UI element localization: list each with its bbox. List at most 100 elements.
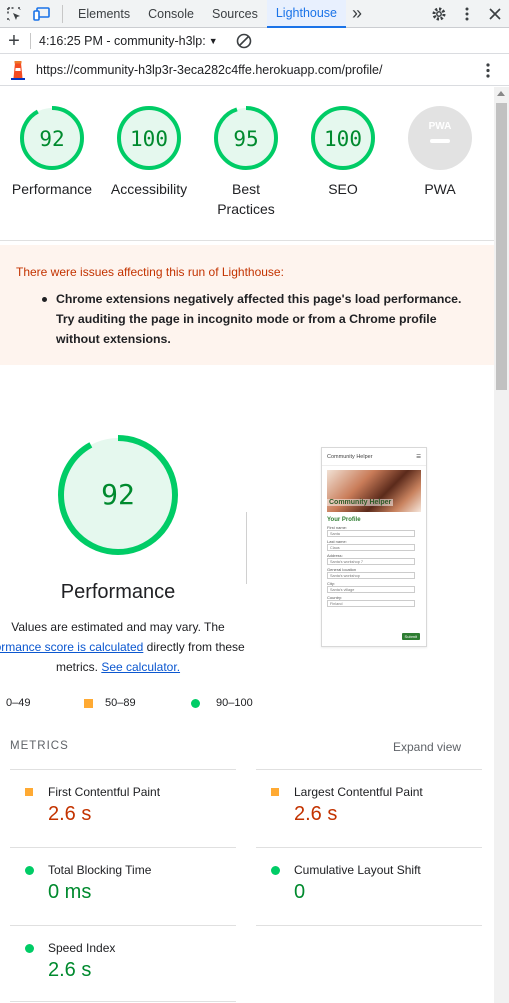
toolbar-divider [30, 32, 31, 49]
metric-divider [10, 1001, 236, 1002]
average-square-icon [84, 698, 93, 708]
final-screenshot-thumbnail[interactable]: Community Helper ☰ Community Helper Your … [321, 447, 427, 647]
metric-divider [10, 925, 236, 926]
tab-sources[interactable]: Sources [203, 0, 267, 28]
warning-item: Chrome extensions negatively affected th… [42, 289, 481, 349]
pass-circle-icon [271, 866, 280, 875]
gauge-label: SEO [328, 181, 358, 197]
legend-pass-range: 90–100 [216, 697, 253, 709]
pass-circle-icon [191, 698, 200, 708]
performance-description: Values are estimated and may vary. The f… [0, 617, 246, 677]
see-calculator-link[interactable]: See calculator. [101, 660, 180, 674]
metric-value: 2.6 s [48, 803, 92, 825]
report-session-select[interactable]: 4:16:25 PM - community-h3lp: [39, 34, 206, 48]
field-input: Santa's workshop 7 [327, 558, 415, 565]
dropdown-caret-icon[interactable]: ▼ [209, 36, 218, 46]
warning-title: There were issues affecting this run of … [16, 265, 284, 279]
scroll-up-arrow-icon[interactable] [497, 91, 505, 96]
vertical-divider [246, 512, 247, 584]
section-divider [0, 240, 494, 241]
field-input: Claus [327, 544, 415, 551]
metric-name: Total Blocking Time [48, 863, 152, 877]
devtools-tab-bar: Elements Console Sources Lighthouse » [0, 0, 509, 28]
metric-divider [10, 847, 236, 848]
new-report-plus-icon[interactable]: + [0, 31, 28, 51]
clear-reports-icon[interactable] [236, 33, 252, 49]
screenshot-heading: Your Profile [327, 517, 361, 523]
lighthouse-toolbar: + 4:16:25 PM - community-h3lp: ▼ [0, 28, 509, 54]
metric-name: First Contentful Paint [48, 785, 161, 799]
field-input: Santa's workshop [327, 572, 415, 579]
metric-name: Speed Index [48, 941, 116, 955]
gauge-score: 95 [233, 127, 258, 151]
hamburger-icon: ☰ [416, 453, 421, 460]
field-input: Santa [327, 530, 415, 537]
gauge-label: Performance [11, 181, 93, 197]
screenshot-brand: Community Helper [327, 453, 373, 460]
pass-circle-icon [25, 944, 34, 953]
legend-average-range: 50–89 [105, 697, 136, 709]
metric-value: 2.6 s [294, 803, 338, 825]
metric-divider [256, 769, 482, 770]
gauge-label: Best Practices [217, 181, 275, 217]
legend-fail: 0–49 [0, 697, 30, 709]
screenshot-submit-button: Submit [401, 633, 420, 640]
pass-circle-icon [25, 866, 34, 875]
gauge-score: 92 [39, 127, 64, 151]
gauge-accessibility[interactable]: 100 Accessibility [99, 105, 199, 199]
screenshot-header: Community Helper ☰ [322, 448, 426, 466]
report-url: https://community-h3lp3r-3eca282c4ffe.he… [36, 63, 383, 77]
toolbar-divider [62, 4, 63, 23]
metric-name: Largest Contentful Paint [294, 785, 423, 799]
performance-gauge-large: 92 [56, 433, 180, 560]
metric-divider [256, 847, 482, 848]
screenshot-field: Address: Santa's workshop 7 [327, 553, 421, 565]
gauge-pwa[interactable]: PWA PWA [390, 105, 490, 199]
score-calculated-link[interactable]: formance score is calculated [0, 640, 143, 654]
scrollbar-thumb[interactable] [496, 103, 507, 390]
pwa-badge-icon: PWA [429, 121, 452, 132]
more-tabs-icon[interactable]: » [346, 0, 368, 28]
metric-name: Cumulative Layout Shift [294, 863, 421, 877]
report-menu-icon[interactable] [486, 63, 490, 81]
screenshot-field: City: Santa's village [327, 581, 421, 593]
desc-text: Values are estimated and may vary. The [11, 620, 225, 634]
legend-average: 50–89 [84, 697, 136, 709]
report-url-bar: https://community-h3lp3r-3eca282c4ffe.he… [0, 55, 509, 86]
expand-view-toggle[interactable]: Expand view [393, 740, 461, 754]
screenshot-field: Country: Finland [327, 595, 421, 607]
screenshot-field: First name: Santa [327, 525, 421, 537]
gauge-seo[interactable]: 100 SEO [293, 105, 393, 199]
metric-value: 0 [294, 881, 306, 903]
lighthouse-report: 92 Performance 100 Accessibility 95 Best… [0, 87, 494, 1003]
performance-score: 92 [101, 478, 135, 511]
average-square-icon [271, 788, 279, 796]
more-options-icon[interactable] [453, 0, 481, 28]
gauge-performance[interactable]: 92 Performance [2, 105, 102, 199]
inspect-element-icon[interactable] [0, 0, 28, 28]
tab-elements[interactable]: Elements [69, 0, 139, 28]
gauge-score: 100 [324, 127, 362, 151]
close-icon[interactable] [481, 0, 509, 28]
tab-lighthouse[interactable]: Lighthouse [266, 0, 347, 28]
metric-divider [256, 925, 482, 926]
vertical-scrollbar[interactable] [494, 87, 509, 1003]
performance-title: Performance [60, 581, 176, 603]
device-toolbar-icon[interactable] [28, 0, 56, 28]
screenshot-field: Last name: Claus [327, 539, 421, 551]
tab-console[interactable]: Console [139, 0, 203, 28]
screenshot-hero-text: Community Helper [327, 499, 394, 506]
metrics-heading: METRICS [10, 740, 69, 752]
warning-item-text: Chrome extensions negatively affected th… [56, 292, 462, 346]
screenshot-field: General location Santa's workshop [327, 567, 421, 579]
legend-fail-range: 0–49 [6, 697, 31, 709]
metric-value: 2.6 s [48, 959, 92, 981]
metric-value: 0 ms [48, 881, 92, 903]
gauge-label: Accessibility [110, 181, 188, 197]
legend-pass: 90–100 [191, 697, 253, 709]
bullet-icon [42, 297, 47, 302]
gauge-best-practices[interactable]: 95 Best Practices [196, 105, 296, 219]
screenshot-hero-image: Community Helper [327, 470, 421, 512]
metric-divider [10, 769, 236, 770]
settings-gear-icon[interactable] [425, 0, 453, 28]
